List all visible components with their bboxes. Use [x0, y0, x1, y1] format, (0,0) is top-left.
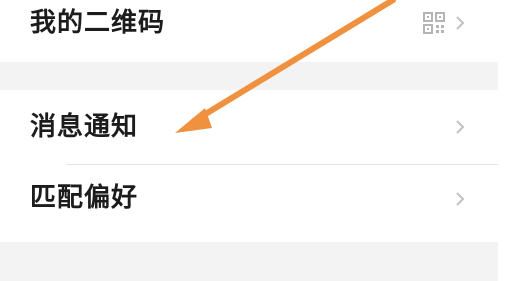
chevron-right-icon — [456, 16, 465, 30]
settings-row-label: 匹配偏好 — [30, 183, 139, 213]
settings-row-label: 我的二维码 — [30, 8, 166, 38]
settings-row-my-qr-code[interactable]: 我的二维码 — [0, 0, 498, 62]
settings-row-match-preferences[interactable]: 匹配偏好 — [0, 165, 498, 242]
settings-row-message-notifications[interactable]: 消息通知 — [0, 90, 498, 164]
chevron-right-icon — [456, 120, 465, 134]
qr-code-icon — [423, 12, 445, 34]
screen-edge — [498, 0, 505, 281]
settings-section-top: 我的二维码 — [0, 0, 498, 62]
chevron-right-icon — [456, 192, 465, 206]
settings-section-middle: 消息通知 匹配偏好 — [0, 90, 498, 242]
settings-row-label: 消息通知 — [30, 112, 139, 142]
